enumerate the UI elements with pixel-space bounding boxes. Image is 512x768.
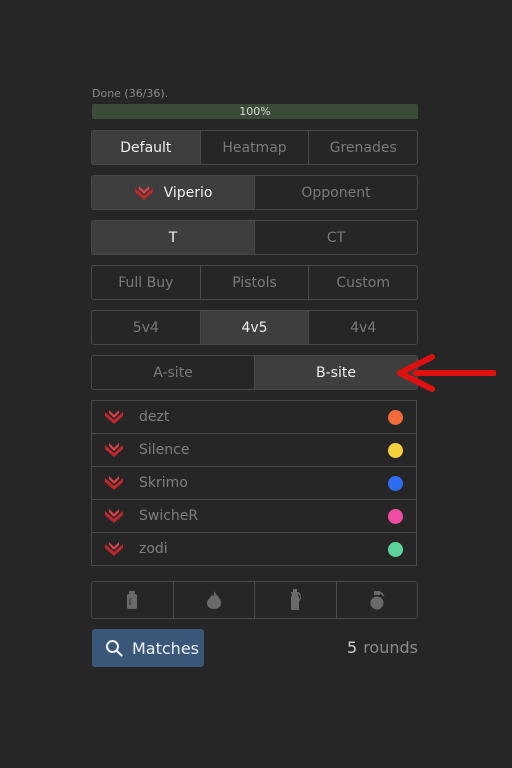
smoke-grenade-icon (127, 591, 138, 609)
status-text: Done (36/36). (92, 87, 169, 100)
matches-button[interactable]: Matches (92, 629, 204, 667)
player-color-dot[interactable] (388, 509, 403, 524)
site-option-b[interactable]: B-site (254, 356, 417, 389)
player-color-dot[interactable] (388, 476, 403, 491)
viperio-logo-icon (104, 409, 124, 429)
tab-heatmap[interactable]: Heatmap (199, 131, 309, 164)
player-list: dezt Silence Skrimo SwicheR zodi (91, 400, 417, 566)
rounds-label: rounds (363, 638, 418, 657)
player-row[interactable]: Silence (91, 433, 417, 467)
player-name: Silence (139, 442, 190, 458)
team-option-label: Viperio (163, 184, 213, 201)
buy-option-full-buy[interactable]: Full Buy (92, 266, 200, 299)
flashbang-icon (291, 589, 302, 610)
buy-option-custom[interactable]: Custom (308, 266, 417, 299)
count-option-4v4[interactable]: 4v4 (308, 311, 417, 344)
tab-default[interactable]: Default (92, 131, 200, 164)
utility-filter-bar (91, 581, 418, 619)
player-color-dot[interactable] (388, 542, 403, 557)
molotov-icon (206, 591, 221, 609)
player-row[interactable]: SwicheR (91, 499, 417, 533)
viperio-logo-icon (104, 442, 124, 462)
count-option-4v5[interactable]: 4v5 (199, 311, 309, 344)
player-name: SwicheR (139, 508, 199, 524)
site-option-a[interactable]: A-site (92, 356, 254, 389)
player-row[interactable]: Skrimo (91, 466, 417, 500)
player-name: zodi (139, 541, 168, 557)
tab-grenades[interactable]: Grenades (308, 131, 417, 164)
view-mode-selector: Default Heatmap Grenades (91, 130, 418, 165)
smoke-filter-button[interactable] (92, 582, 173, 618)
team-option-opponent[interactable]: Opponent (254, 176, 417, 209)
rounds-count: 5 rounds (347, 638, 418, 657)
flashbang-filter-button[interactable] (254, 582, 336, 618)
player-name: Skrimo (139, 475, 188, 491)
player-row[interactable]: zodi (91, 532, 417, 566)
side-option-t[interactable]: T (92, 221, 254, 254)
rounds-number: 5 (347, 638, 358, 657)
player-row[interactable]: dezt (91, 400, 417, 434)
matches-button-label: Matches (132, 638, 199, 658)
count-option-5v4[interactable]: 5v4 (92, 311, 200, 344)
buy-type-selector: Full Buy Pistols Custom (91, 265, 418, 300)
side-selector: T CT (91, 220, 418, 255)
he-grenade-filter-button[interactable] (335, 582, 418, 618)
player-count-selector: 5v4 4v5 4v4 (91, 310, 418, 345)
team-selector: Viperio Opponent (91, 175, 418, 210)
viperio-logo-icon (104, 475, 124, 495)
team-option-viperio[interactable]: Viperio (92, 176, 254, 209)
viperio-logo-icon (104, 541, 124, 561)
progress-label: 100% (239, 105, 271, 118)
player-color-dot[interactable] (388, 443, 403, 458)
site-selector: A-site B-site (91, 355, 418, 390)
player-color-dot[interactable] (388, 410, 403, 425)
search-icon (106, 640, 123, 657)
buy-option-pistols[interactable]: Pistols (199, 266, 309, 299)
viperio-logo-icon (134, 185, 154, 201)
player-name: dezt (139, 409, 170, 425)
progress-bar: 100% (92, 104, 418, 119)
side-option-ct[interactable]: CT (254, 221, 417, 254)
molotov-filter-button[interactable] (172, 582, 255, 618)
he-grenade-icon (370, 591, 385, 610)
viperio-logo-icon (104, 508, 124, 528)
annotation-arrow-icon (397, 354, 496, 392)
